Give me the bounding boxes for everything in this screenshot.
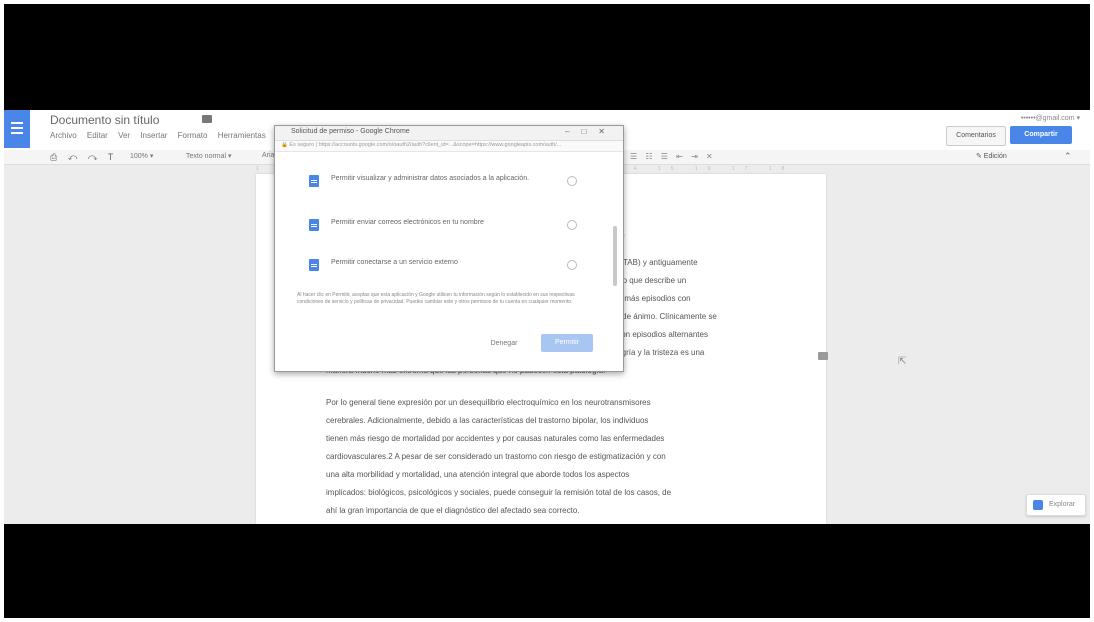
close-icon[interactable]: ✕ — [598, 127, 617, 136]
folder-icon[interactable] — [202, 115, 212, 123]
permission-text: Permitir conectarse a un servicio extern… — [331, 259, 458, 266]
comments-button[interactable]: Comentarios — [946, 126, 1006, 146]
text-line: tienen más riesgo de mortalidad por acci… — [326, 434, 665, 443]
allow-button[interactable]: Permitir — [541, 334, 593, 352]
menu-item-insert[interactable]: Insertar — [140, 131, 167, 140]
window-controls: –□✕ — [565, 127, 617, 136]
text-line: ahí la gran importancia de que el diagnó… — [326, 506, 580, 515]
mouse-pointer-icon: ⇱ — [898, 356, 907, 367]
menu-item-view[interactable]: Ver — [118, 131, 130, 140]
list-indent-icons[interactable]: ☰ ☷ ☰ ⇤ ⇥ ✕ — [630, 152, 716, 161]
menu-item-format[interactable]: Formato — [178, 131, 208, 140]
video-frame: Documento sin título Archivo Editar Ver … — [4, 4, 1090, 618]
deny-button[interactable]: Denegar — [479, 336, 529, 352]
docs-screen: Documento sin título Archivo Editar Ver … — [4, 110, 1090, 524]
document-icon — [309, 219, 319, 231]
collapse-menu-icon[interactable]: ⌃ — [1064, 151, 1072, 162]
document-icon — [309, 259, 319, 271]
text-line: cardiovasculares.2 A pesar de ser consid… — [326, 452, 666, 461]
zoom-select[interactable]: 100% ▾ — [130, 152, 153, 160]
popup-url: 🔒 Es seguro | https://accounts.google.co… — [281, 142, 562, 148]
minimize-icon[interactable]: – — [565, 127, 581, 136]
share-button[interactable]: Compartir — [1010, 126, 1072, 144]
font-select[interactable]: Aria — [262, 152, 274, 159]
info-icon[interactable] — [567, 176, 577, 186]
popup-scrollbar[interactable] — [613, 226, 617, 286]
explore-label: Explorar — [1049, 501, 1076, 508]
permission-popup-window: Solicitud de permiso - Google Chrome –□✕… — [274, 125, 624, 372]
text-line: Por lo general tiene expresión por un de… — [326, 398, 651, 407]
permission-row-email: Permitir enviar correos electrónicos en … — [303, 216, 603, 236]
document-title[interactable]: Documento sin título — [50, 113, 159, 127]
permission-row-external: Permitir conectarse a un servicio extern… — [303, 256, 603, 276]
text-line: cerebrales. Adicionalmente, debido a las… — [326, 416, 649, 425]
menu-item-tools[interactable]: Herramientas — [218, 131, 266, 140]
popup-url-bar: 🔒 Es seguro | https://accounts.google.co… — [275, 141, 623, 152]
permission-row-data: Permitir visualizar y administrar datos … — [303, 172, 603, 192]
popup-title: Solicitud de permiso - Google Chrome — [291, 128, 410, 135]
docs-logo-icon[interactable] — [4, 110, 30, 148]
consent-disclaimer: Al hacer clic en Permitir, aceptas que e… — [297, 292, 575, 305]
paragraph-2: Por lo general tiene expresión por un de… — [326, 394, 776, 520]
add-comment-icon[interactable] — [818, 352, 828, 360]
menu-bar: Archivo Editar Ver Insertar Formato Herr… — [50, 131, 274, 140]
permission-text: Permitir visualizar y administrar datos … — [331, 175, 530, 182]
permission-text: Permitir enviar correos electrónicos en … — [331, 219, 484, 226]
editing-mode-select[interactable]: ✎ Edición — [976, 152, 1007, 160]
menu-item-file[interactable]: Archivo — [50, 131, 77, 140]
text-line: implicados: biológicos, psicológicos y s… — [326, 488, 672, 497]
account-menu[interactable]: ••••••@gmail.com ▾ — [1021, 114, 1080, 122]
explore-icon — [1033, 500, 1043, 510]
document-icon — [309, 175, 319, 187]
info-icon[interactable] — [567, 260, 577, 270]
explore-button[interactable]: Explorar — [1026, 494, 1086, 516]
menu-item-edit[interactable]: Editar — [87, 131, 108, 140]
text-line: una alta morbilidad y mortalidad, una at… — [326, 470, 630, 479]
style-select[interactable]: Texto normal ▾ — [186, 152, 232, 160]
popup-titlebar[interactable]: Solicitud de permiso - Google Chrome –□✕ — [275, 126, 623, 141]
print-undo-redo-icons[interactable]: ⎙ ↶ ↷ T — [50, 152, 117, 163]
maximize-icon[interactable]: □ — [581, 127, 598, 136]
info-icon[interactable] — [567, 220, 577, 230]
